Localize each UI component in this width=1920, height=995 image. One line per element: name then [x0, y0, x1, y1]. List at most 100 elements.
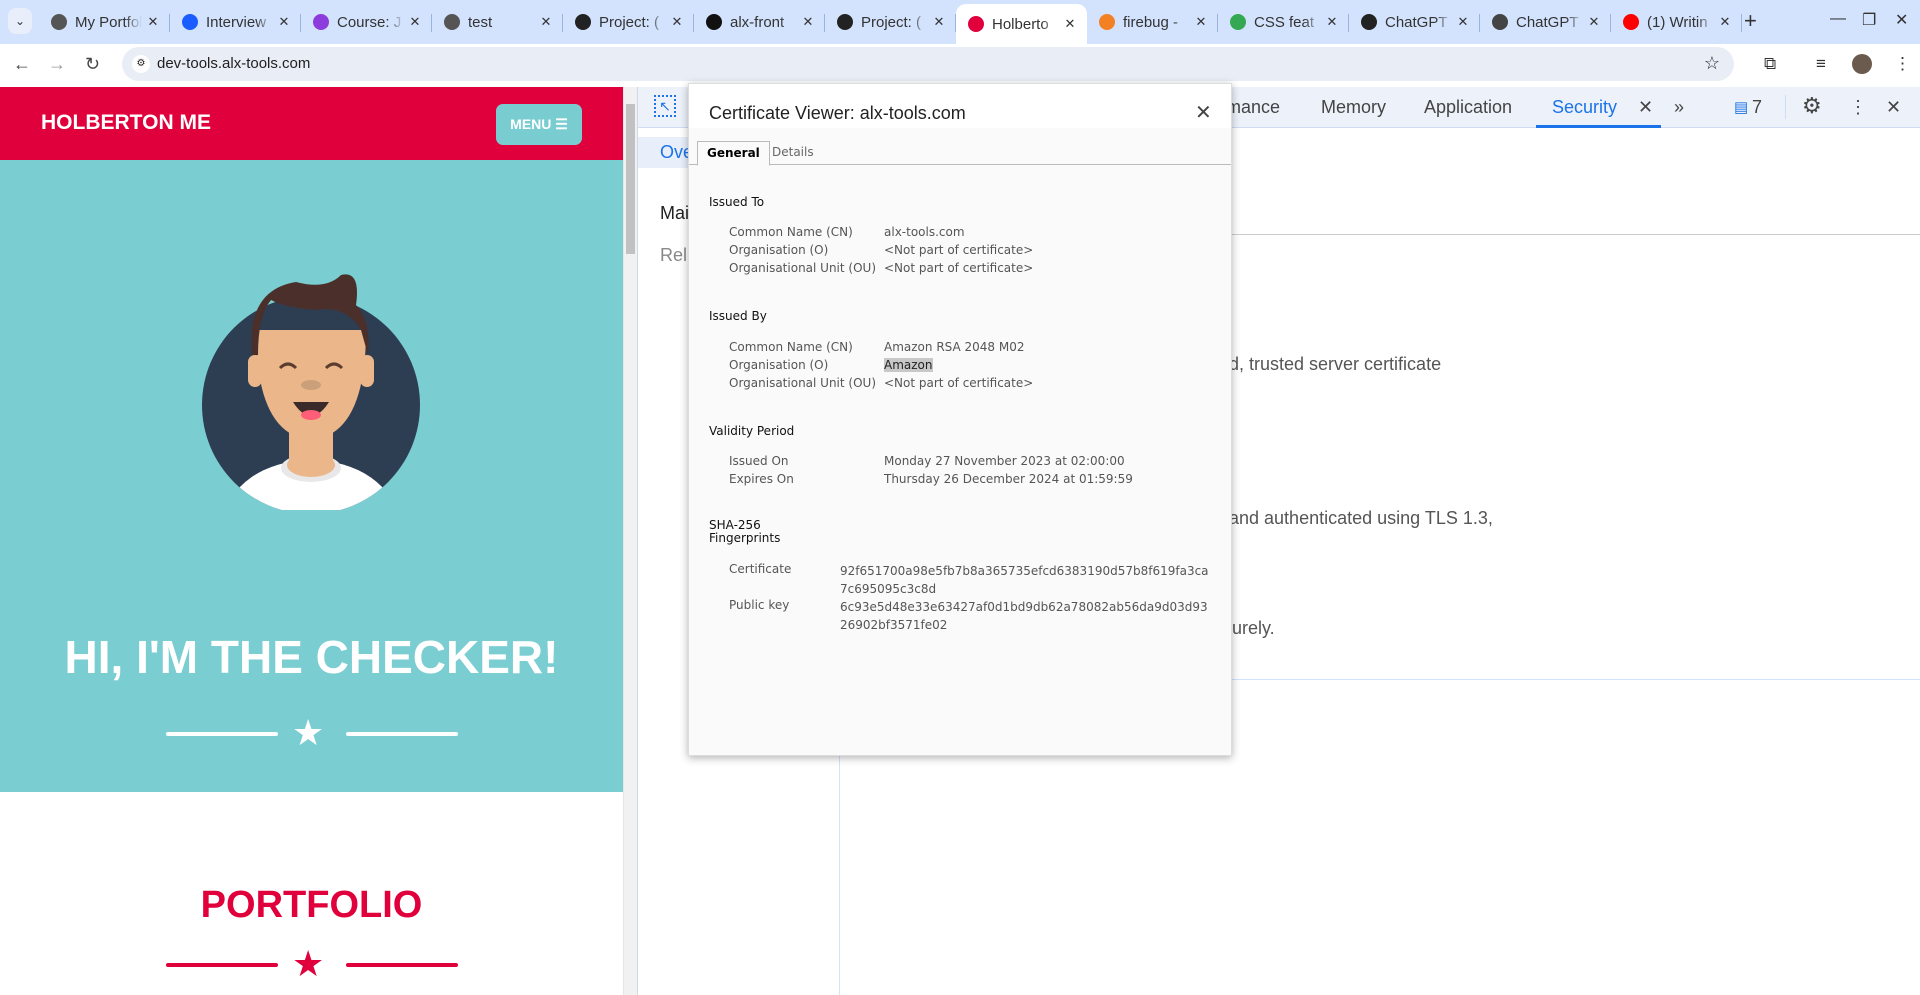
u-logo-icon [313, 14, 329, 30]
settings-gear-icon[interactable]: ⚙ [1802, 93, 1822, 119]
tab-search-button[interactable]: ⌄ [8, 8, 32, 34]
browser-tab[interactable]: Holberto ✕ [956, 4, 1087, 44]
tab-strip: ⌄ My Portfolio✕Interview✕Course: J✕test✕… [0, 0, 1920, 44]
tab-title: ChatGPT [1516, 13, 1579, 31]
close-tab-icon[interactable]: ✕ [404, 14, 426, 30]
browser-menu-icon[interactable]: ⋮ [1894, 54, 1911, 74]
browser-tab[interactable]: Project: (✕ [825, 4, 956, 40]
site-header: HOLBERTON ME MENU ☰ [0, 87, 623, 160]
browser-tab[interactable]: ChatGPT ✕ [1349, 4, 1480, 40]
tab-title: alx-front [730, 13, 785, 31]
hero-section: HI, I'M THE CHECKER! ★ [0, 160, 623, 792]
tab-application[interactable]: Application [1424, 97, 1512, 118]
profile-avatar[interactable] [1852, 54, 1872, 74]
close-tab-icon[interactable]: ✕ [1452, 14, 1474, 30]
tab-title: Course: J [337, 13, 402, 31]
active-tab-indicator [1536, 125, 1661, 128]
browser-tab[interactable]: Project: ( ✕ [563, 4, 694, 40]
alx-icon [575, 14, 591, 30]
sidebar-item-main-origin[interactable]: Mai [660, 203, 689, 224]
bookmark-star-icon[interactable]: ☆ [1704, 53, 1720, 74]
selected-text: Amazon [884, 358, 933, 372]
tab-title: Interview [206, 13, 267, 31]
dialog-tabs: General Details [689, 141, 1231, 166]
reload-button[interactable]: ↻ [85, 54, 100, 75]
sidebar-item-reload[interactable]: Rel [660, 245, 687, 266]
tab-details[interactable]: Details [763, 141, 823, 165]
tab-title: CSS feat [1254, 13, 1315, 31]
new-tab-button[interactable]: + [1744, 8, 1757, 34]
tab-security[interactable]: Security [1552, 97, 1617, 118]
star-icon: ★ [292, 943, 325, 984]
page-scrollbar-thumb[interactable] [626, 104, 635, 254]
tab-separator [1741, 14, 1742, 32]
devtools-menu-icon[interactable]: ⋮ [1849, 97, 1867, 118]
url-text[interactable]: dev-tools.alx-tools.com [157, 55, 310, 72]
stackoverflow-icon [1099, 14, 1115, 30]
close-tab-icon[interactable]: ✕ [273, 14, 295, 30]
browser-tab[interactable]: CSS feat ✕ [1218, 4, 1349, 40]
tab-memory[interactable]: Memory [1321, 97, 1386, 118]
media-control-icon[interactable]: ≡ [1816, 54, 1826, 74]
browser-tab[interactable]: test ✕ [432, 4, 563, 40]
tab-performance[interactable]: mance [1226, 97, 1280, 118]
back-button[interactable]: ← [13, 54, 31, 75]
forward-button[interactable]: → [48, 54, 66, 75]
browser-toolbar: ← → ↻ ⚙ dev-tools.alx-tools.com ☆ ⧉ ≡ ⋮ [0, 44, 1920, 87]
tab-title: ChatGPT [1385, 13, 1448, 31]
inspect-element-icon[interactable]: ↖ [654, 95, 676, 117]
browser-tab[interactable]: My Portfolio✕ [39, 4, 170, 40]
more-tabs-icon[interactable]: » [1674, 97, 1684, 118]
restore-button[interactable]: ❐ [1862, 10, 1876, 30]
issued-to-heading: Issued To [709, 195, 765, 209]
chatgpt-icon [1361, 14, 1377, 30]
issues-icon[interactable]: ▤ [1734, 98, 1748, 116]
browser-tab[interactable]: alx-front ✕ [694, 4, 825, 40]
site-brand[interactable]: HOLBERTON ME [41, 111, 211, 135]
fingerprints-heading: SHA-256 Fingerprints [709, 518, 781, 545]
minimize-button[interactable]: — [1830, 10, 1846, 28]
site-info-icon[interactable]: ⚙ [132, 55, 150, 73]
menu-button[interactable]: MENU ☰ [496, 104, 582, 145]
holberton-icon [968, 16, 984, 32]
tab-title: Project: ( [599, 13, 660, 31]
certificate-summary-text: d, trusted server certificate [1229, 354, 1442, 374]
web-page: HOLBERTON ME MENU ☰ HI, I'M THE CHECKER!… [0, 87, 623, 995]
browser-tab[interactable]: (1) Writin ✕ [1611, 4, 1742, 40]
portfolio-divider: ★ [166, 946, 458, 982]
close-security-tab-icon[interactable]: ✕ [1638, 97, 1653, 118]
star-icon: ★ [292, 712, 325, 753]
public-key-fingerprint: 6c93e5d48e33e63427af0d1bd9db62a78082ab56… [840, 600, 1208, 632]
close-tab-icon[interactable]: ✕ [928, 14, 950, 30]
browser-tab[interactable]: firebug - ✕ [1087, 4, 1218, 40]
extensions-icon[interactable]: ⧉ [1764, 54, 1776, 74]
close-tab-icon[interactable]: ✕ [535, 14, 557, 30]
issues-count[interactable]: 7 [1752, 97, 1762, 118]
alx-icon [837, 14, 853, 30]
connection-summary-text: and authenticated using TLS 1.3, [1229, 508, 1493, 528]
close-tab-icon[interactable]: ✕ [1714, 14, 1736, 30]
close-devtools-icon[interactable]: ✕ [1886, 97, 1901, 118]
close-tab-icon[interactable]: ✕ [1059, 16, 1081, 32]
youtube-icon [1623, 14, 1639, 30]
openai-icon [1492, 14, 1508, 30]
close-tab-icon[interactable]: ✕ [1190, 14, 1212, 30]
avatar-illustration [202, 274, 420, 510]
close-window-button[interactable]: ✕ [1895, 10, 1908, 30]
close-tab-icon[interactable]: ✕ [1583, 14, 1605, 30]
close-tab-icon[interactable]: ✕ [666, 14, 688, 30]
close-dialog-button[interactable]: ✕ [1195, 100, 1212, 124]
globe-icon [444, 14, 460, 30]
browser-tab[interactable]: ChatGPT ✕ [1480, 4, 1611, 40]
address-bar[interactable]: ⚙ dev-tools.alx-tools.com ☆ [122, 47, 1734, 81]
close-tab-icon[interactable]: ✕ [142, 14, 164, 30]
tab-general[interactable]: General [697, 141, 770, 166]
dialog-title: Certificate Viewer: alx-tools.com [709, 103, 966, 123]
browser-tab[interactable]: Course: J ✕ [301, 4, 432, 40]
portfolio-heading: PORTFOLIO [200, 884, 423, 926]
close-tab-icon[interactable]: ✕ [797, 14, 819, 30]
close-tab-icon[interactable]: ✕ [1321, 14, 1343, 30]
resources-summary-text: urely. [1232, 618, 1275, 638]
tab-title: firebug - [1123, 13, 1179, 31]
browser-tab[interactable]: Interview ✕ [170, 4, 301, 40]
